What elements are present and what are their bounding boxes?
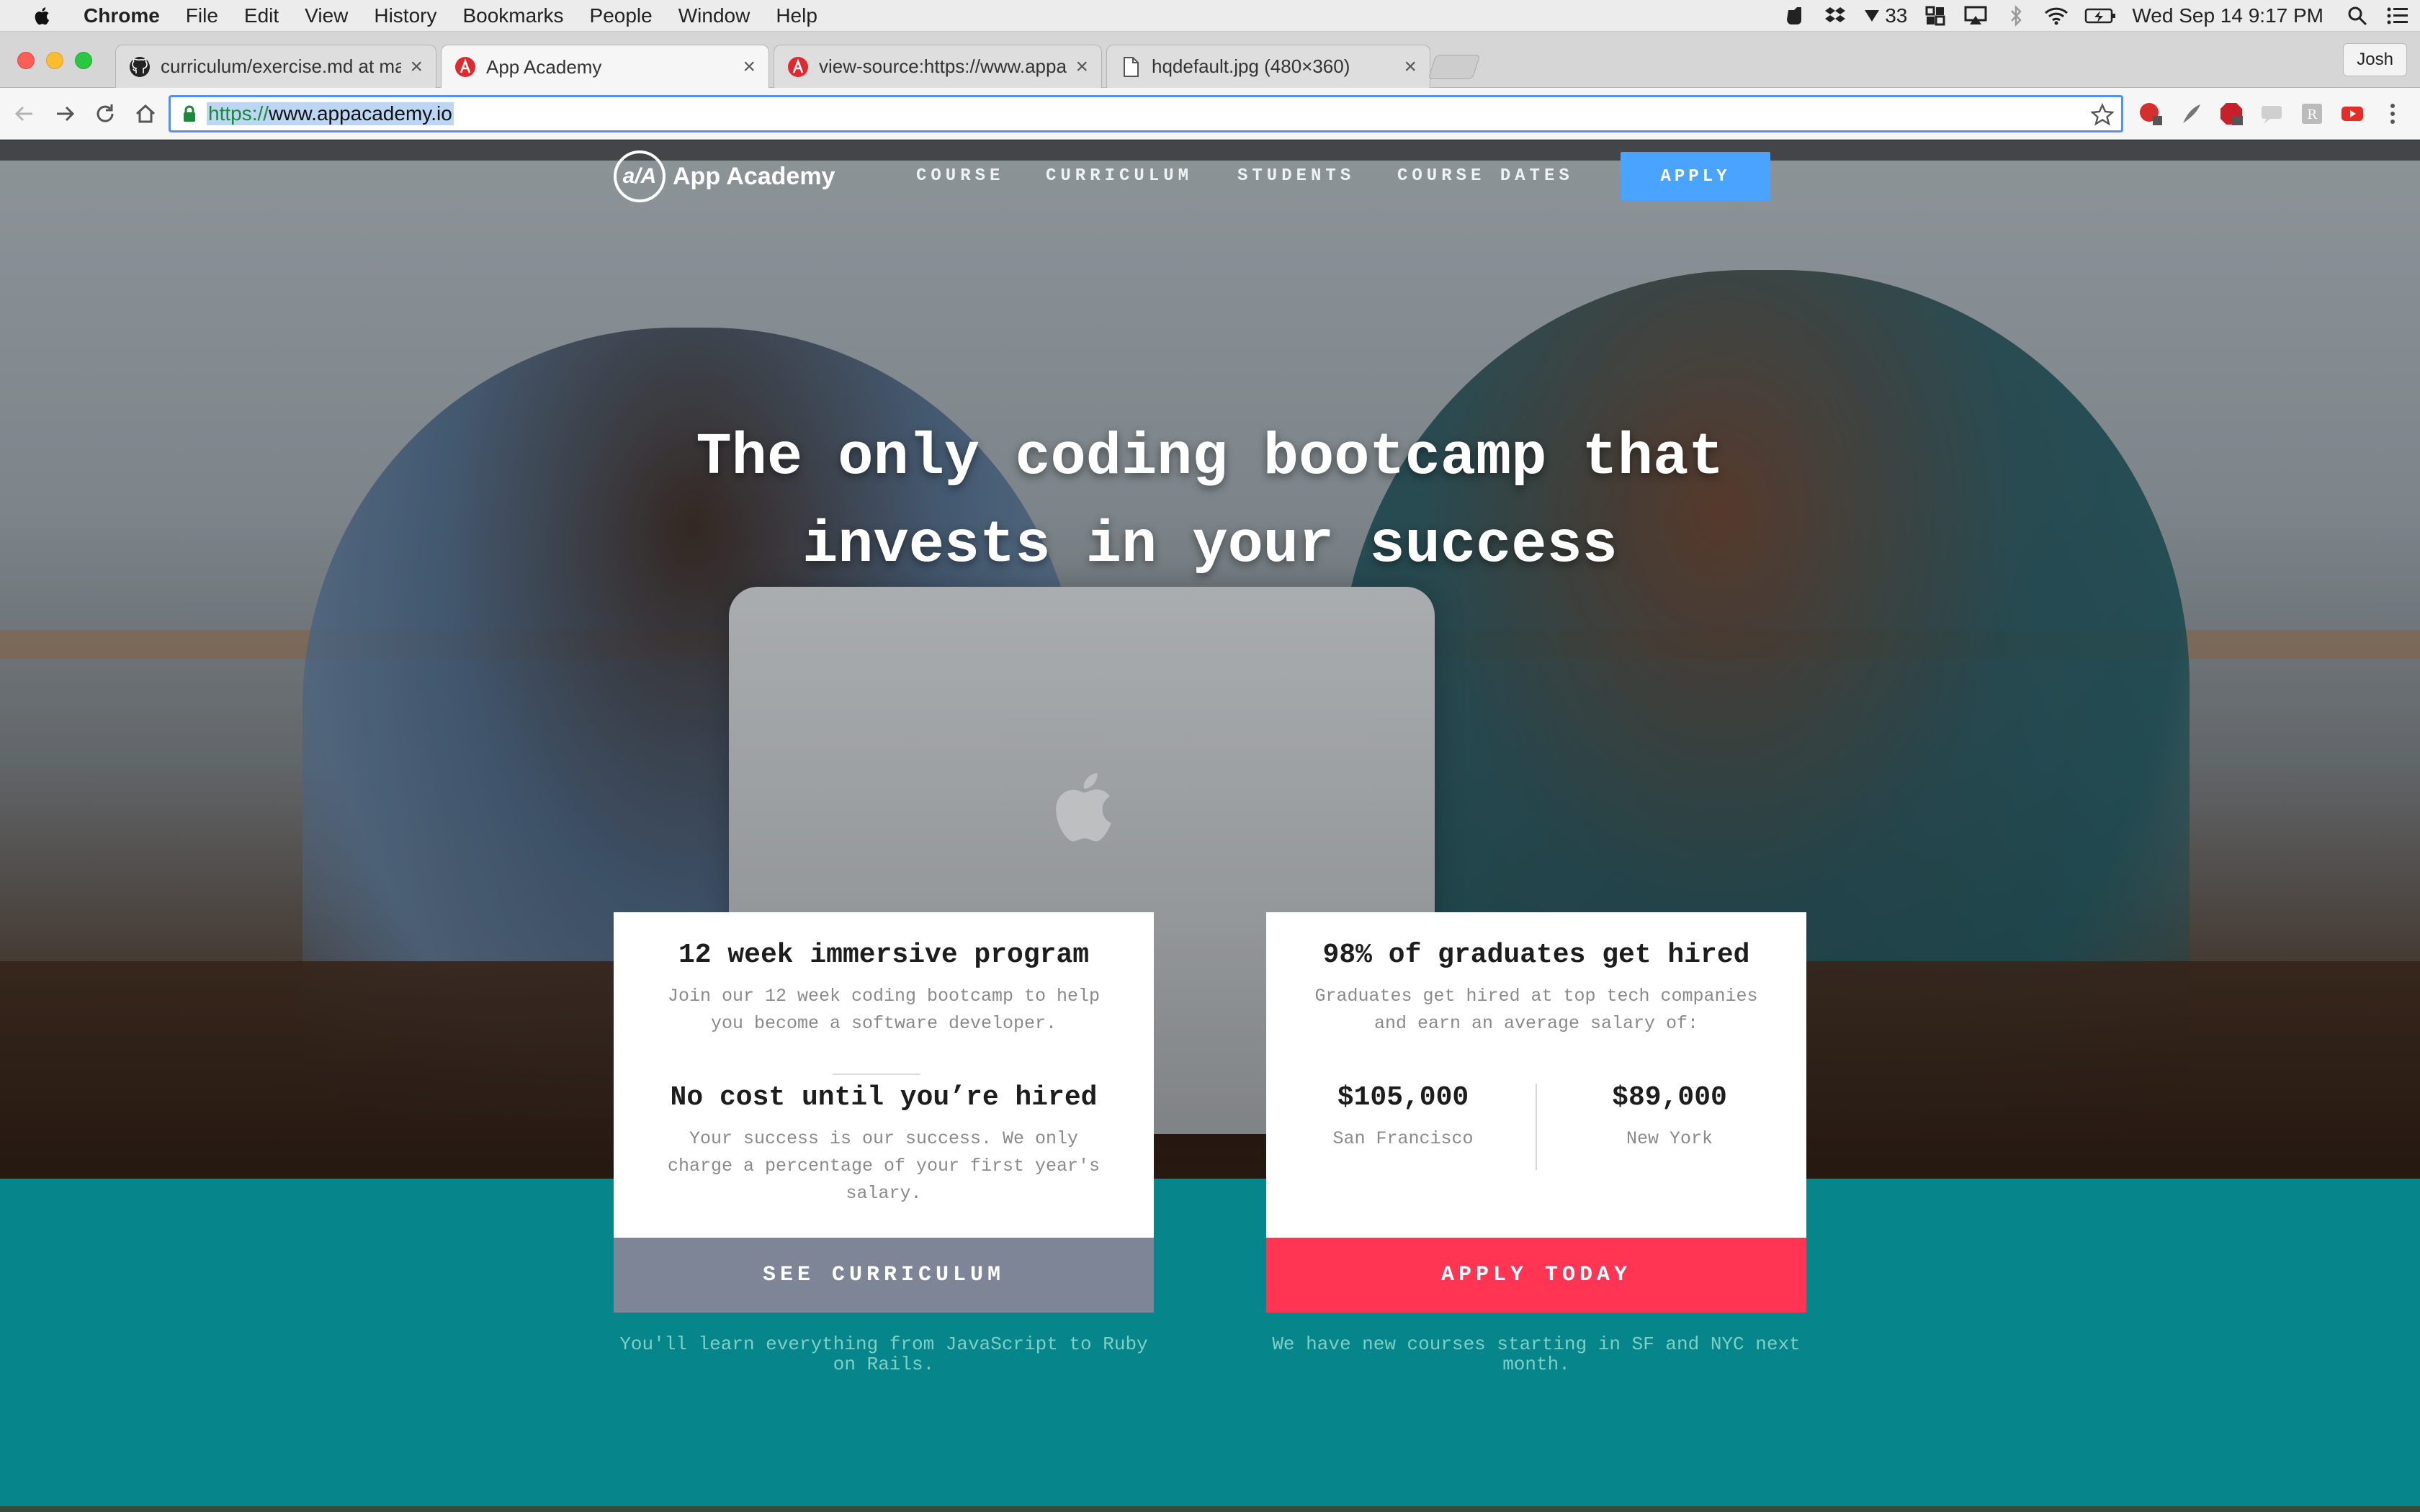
tab-title: hqdefault.jpg (480×360) (1152, 55, 1350, 77)
profile-button[interactable]: Josh (2343, 43, 2407, 76)
menu-window[interactable]: Window (678, 4, 750, 27)
menu-bookmarks[interactable]: Bookmarks (462, 4, 563, 27)
nav-link-students[interactable]: STUDENTS (1237, 166, 1355, 186)
teal-section (0, 1179, 2420, 1512)
svg-text:R: R (2307, 107, 2317, 122)
url-host: www.appacademy.io (269, 102, 452, 125)
salary-sf-amount: $105,000 (1337, 1082, 1469, 1113)
curriculum-note: You'll learn everything from JavaScript … (619, 1333, 1148, 1375)
close-tab-icon[interactable]: × (743, 55, 756, 79)
tab-title: curriculum/exercise.md at mas (161, 55, 402, 77)
nav-link-course-dates[interactable]: COURSE DATES (1397, 166, 1574, 186)
brand-name: App Academy (673, 162, 835, 190)
app-academy-icon (454, 56, 476, 78)
nav-link-curriculum[interactable]: CURRICULUM (1046, 166, 1193, 186)
headline-line-1: The only coding bootcamp that (696, 424, 1724, 491)
apply-nav-button[interactable]: APPLY (1621, 152, 1770, 201)
tab-strip: curriculum/exercise.md at mas × App Acad… (0, 32, 2420, 89)
app-academy-logo[interactable]: a/A App Academy (614, 150, 835, 202)
close-tab-icon[interactable]: × (410, 55, 423, 79)
clock[interactable]: Wed Sep 14 9:17 PM (2132, 4, 2323, 27)
site-navigation: a/A App Academy COURSE CURRICULUM STUDEN… (0, 140, 2420, 212)
macos-menu-bar: Chrome File Edit View History Bookmarks … (0, 0, 2420, 32)
menu-people[interactable]: People (590, 4, 653, 27)
menu-app-chrome[interactable]: Chrome (84, 4, 160, 27)
salary-sf-city: San Francisco (1332, 1128, 1474, 1149)
headline-line-2: invests in your success (802, 512, 1618, 579)
see-curriculum-button[interactable]: SEE CURRICULUM (614, 1238, 1154, 1313)
close-tab-icon[interactable]: × (1075, 55, 1088, 79)
notification-count: 33 (1885, 4, 1908, 27)
battery-icon[interactable] (2084, 5, 2116, 27)
apple-menu-icon[interactable] (26, 0, 59, 32)
minimize-window-button[interactable] (46, 52, 63, 69)
bookmark-star-icon[interactable] (2091, 103, 2114, 126)
notification-bell-icon[interactable] (1863, 5, 1881, 27)
reader-extension-icon[interactable]: R (2299, 101, 2325, 127)
salary-ny-amount: $89,000 (1612, 1082, 1727, 1113)
address-bar[interactable]: https://www.appacademy.io (169, 95, 2123, 132)
airplay-icon[interactable] (1963, 5, 1988, 27)
close-tab-icon[interactable]: × (1404, 55, 1417, 79)
maximize-window-button[interactable] (75, 52, 92, 69)
divider (1536, 1084, 1537, 1170)
nav-link-course[interactable]: COURSE (916, 166, 1004, 186)
browser-toolbar: https://www.appacademy.io R (0, 88, 2420, 140)
tab-app-academy[interactable]: App Academy × (441, 45, 769, 89)
salary-ny-city: New York (1626, 1128, 1713, 1149)
forward-arrow-icon[interactable] (50, 99, 79, 128)
back-arrow-icon[interactable] (10, 99, 39, 128)
brand-logo-icon: a/A (614, 150, 666, 202)
chat-extension-icon[interactable] (2259, 101, 2285, 127)
menu-history[interactable]: History (374, 4, 436, 27)
github-icon (129, 56, 151, 78)
hired-card-text: Graduates get hired at top tech companie… (1314, 986, 1758, 1034)
url-text[interactable]: https://www.appacademy.io (207, 102, 454, 125)
reload-icon[interactable] (91, 99, 120, 128)
web-page: a/A App Academy COURSE CURRICULUM STUDEN… (0, 140, 2420, 1512)
hired-card-title: 98% of graduates get hired (1322, 940, 1750, 971)
app-academy-icon (787, 56, 809, 78)
status-area: 33 Wed Sep 14 9:17 PM (1783, 0, 2420, 32)
menu-file[interactable]: File (186, 4, 218, 27)
notification-center-icon[interactable] (2385, 5, 2410, 27)
program-card: 12 week immersive program Join our 12 we… (614, 912, 1154, 1238)
menu-edit[interactable]: Edit (244, 4, 279, 27)
tab-title: view-source:https://www.appa (819, 55, 1067, 77)
hero-photo: a/A App Academy COURSE CURRICULUM STUDEN… (0, 140, 2420, 1179)
evernote-icon[interactable] (1783, 5, 1807, 27)
courses-note: We have new courses starting in SF and N… (1272, 1333, 1801, 1375)
apply-today-button[interactable]: APPLY TODAY (1266, 1238, 1806, 1313)
no-cost-title: No cost until you’re hired (670, 1082, 1098, 1113)
youtube-extension-icon[interactable] (2339, 101, 2365, 127)
divider (833, 1074, 920, 1075)
program-card-text: Join our 12 week coding bootcamp to help… (667, 986, 1101, 1034)
menu-view[interactable]: View (305, 4, 348, 27)
no-cost-text: Your success is our success. We only cha… (667, 1128, 1101, 1204)
abp-extension-icon[interactable] (2218, 101, 2244, 127)
feather-extension-icon[interactable] (2178, 101, 2204, 127)
new-tab-button[interactable] (1428, 55, 1481, 79)
tab-view-source[interactable]: view-source:https://www.appa × (774, 45, 1102, 88)
hired-card: 98% of graduates get hired Graduates get… (1266, 912, 1806, 1238)
spotlight-search-icon[interactable] (2345, 5, 2370, 27)
close-window-button[interactable] (17, 52, 35, 69)
url-scheme: https:// (208, 102, 269, 125)
secure-lock-icon (184, 105, 195, 122)
chrome-menu-icon[interactable] (2380, 101, 2406, 127)
document-icon (1120, 56, 1142, 78)
wifi-icon[interactable] (2044, 5, 2069, 27)
bluetooth-icon[interactable] (2004, 5, 2028, 27)
home-icon[interactable] (131, 99, 160, 128)
tab-title: App Academy (486, 55, 602, 78)
dropbox-icon[interactable] (1823, 5, 1847, 27)
tab-github-curriculum[interactable]: curriculum/exercise.md at mas × (115, 45, 436, 88)
adblock-extension-icon[interactable] (2138, 101, 2164, 127)
program-card-title: 12 week immersive program (678, 940, 1090, 971)
windows-grid-icon[interactable] (1923, 5, 1948, 27)
tab-hqdefault-image[interactable]: hqdefault.jpg (480×360) × (1106, 45, 1430, 88)
hero-headline: The only coding bootcamp that invests in… (0, 414, 2420, 590)
menu-help[interactable]: Help (776, 4, 817, 27)
